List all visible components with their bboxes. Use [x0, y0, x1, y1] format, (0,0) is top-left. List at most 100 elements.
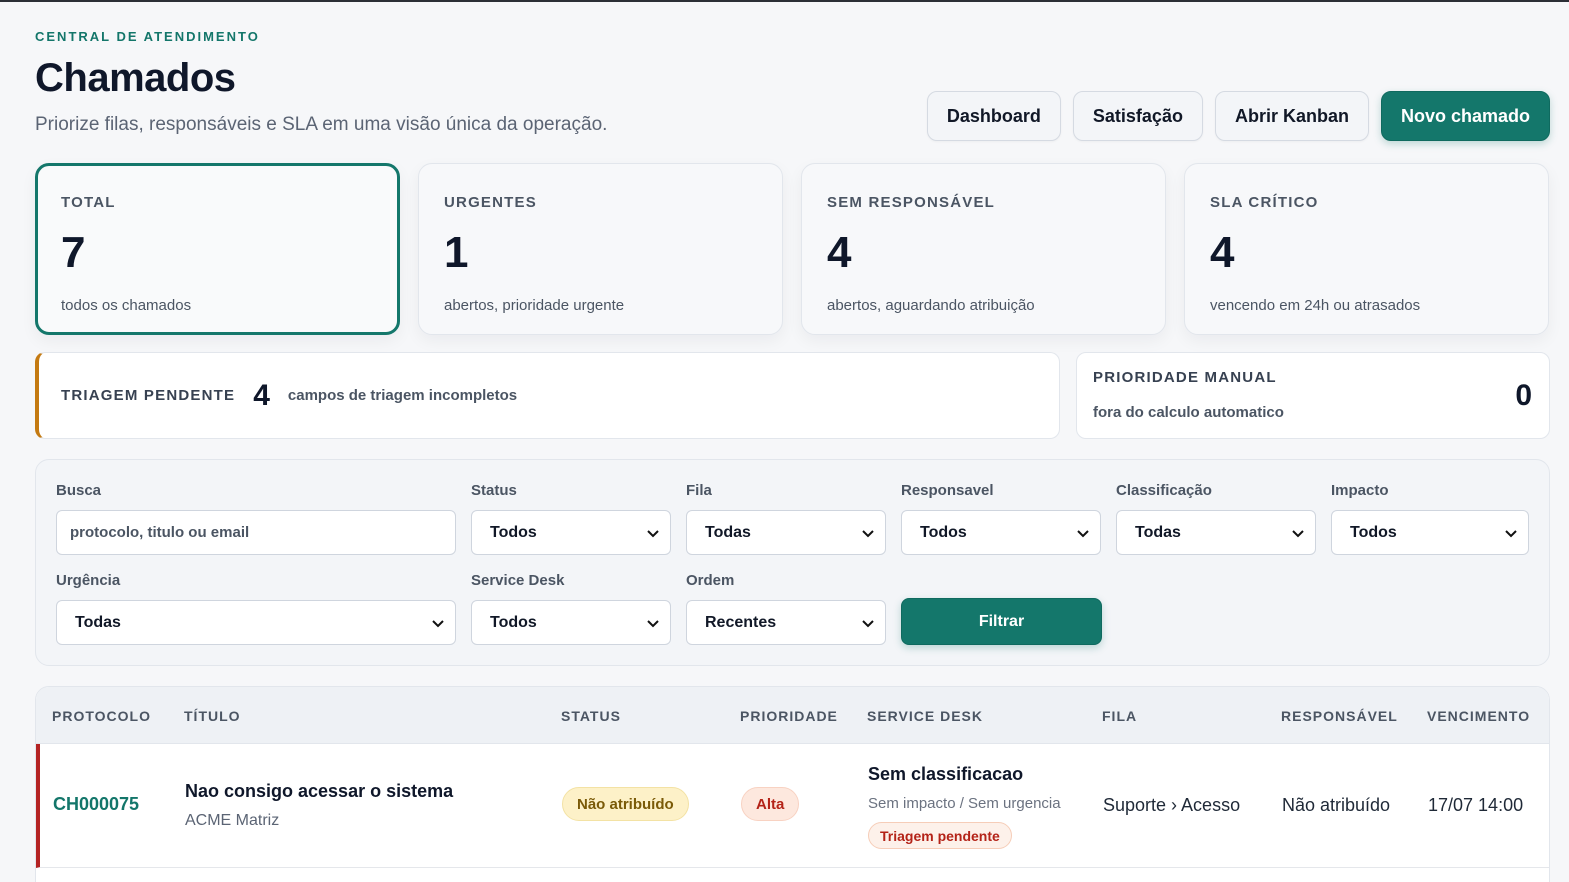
urgency-select[interactable]: Todas [56, 600, 456, 645]
table-header: PROTOCOLO TÍTULO STATUS PRIORIDADE SERVI… [36, 687, 1549, 744]
stat-desc: todos os chamados [61, 297, 192, 314]
impact-select-value: Todos [1350, 523, 1397, 541]
column-header-protocol[interactable]: PROTOCOLO [52, 708, 151, 724]
queue-field: Fila Todas [686, 482, 886, 555]
ticket-protocol-link[interactable]: CH000075 [53, 794, 139, 815]
assignee-field: Responsavel Todos [901, 482, 1101, 555]
filters-panel: Busca protocolo, titulo ou email Status … [35, 459, 1550, 666]
classification-select[interactable]: Todas [1116, 510, 1316, 555]
urgency-field: Urgência Todas [56, 572, 456, 645]
classification-field: Classificação Todas [1116, 482, 1316, 555]
triage-desc: campos de triagem incompletos [287, 387, 518, 404]
service-desk-select-value: Todos [490, 613, 537, 631]
triage-pending-banner[interactable]: TRIAGEM PENDENTE 4 campos de triagem inc… [35, 352, 1060, 439]
stat-desc: abertos, prioridade urgente [444, 297, 625, 314]
column-header-assignee[interactable]: RESPONSÁVEL [1281, 708, 1398, 724]
manual-priority-card[interactable]: PRIORIDADE MANUAL fora do calculo automa… [1076, 352, 1550, 439]
priority-badge: Alta [741, 787, 800, 821]
triage-count: 4 [253, 378, 270, 412]
manual-priority-label: PRIORIDADE MANUAL [1093, 369, 1277, 386]
page-title: Chamados [35, 56, 236, 100]
satisfaction-button[interactable]: Satisfação [1072, 91, 1203, 141]
urgency-select-value: Todas [75, 613, 121, 631]
ticket-queue: Suporte › Acesso [1103, 795, 1241, 815]
stat-value: 4 [1210, 228, 1235, 277]
service-desk-field: Service Desk Todos [471, 572, 671, 645]
stat-desc: vencendo em 24h ou atrasados [1210, 297, 1421, 314]
ticket-due-date: 17/07 14:00 [1428, 795, 1524, 815]
status-select-value: Todos [490, 523, 537, 541]
tickets-table: PROTOCOLO TÍTULO STATUS PRIORIDADE SERVI… [35, 686, 1550, 882]
order-field: Ordem Recentes [686, 572, 886, 645]
stat-card-urgent[interactable]: URGENTES 1 abertos, prioridade urgente [418, 163, 783, 335]
ticket-assignee: Não atribuído [1282, 795, 1391, 815]
assignee-select[interactable]: Todos [901, 510, 1101, 555]
queue-select-value: Todas [705, 523, 751, 541]
queue-select[interactable]: Todas [686, 510, 886, 555]
manual-priority-desc: fora do calculo automatico [1093, 404, 1284, 421]
search-label: Busca [56, 482, 102, 499]
column-header-status[interactable]: STATUS [561, 708, 621, 724]
chevron-down-icon [1292, 529, 1304, 537]
stat-desc: abertos, aguardando atribuição [827, 297, 1035, 314]
stat-card-total[interactable]: TOTAL 7 todos os chamados [35, 163, 400, 335]
column-header-title[interactable]: TÍTULO [184, 708, 241, 724]
stat-label: TOTAL [61, 194, 116, 211]
assignee-select-value: Todos [920, 523, 967, 541]
chevron-down-icon [647, 529, 659, 537]
order-select[interactable]: Recentes [686, 600, 886, 645]
page-subtitle: Priorize filas, responsáveis e SLA em um… [35, 114, 608, 135]
queue-label: Fila [686, 482, 712, 499]
chevron-down-icon [432, 619, 444, 627]
chevron-down-icon [862, 529, 874, 537]
status-badge: Não atribuído [562, 787, 689, 821]
page-eyebrow: CENTRAL DE ATENDIMENTO [35, 29, 260, 44]
dashboard-button[interactable]: Dashboard [926, 91, 1061, 141]
search-field: Busca protocolo, titulo ou email [56, 482, 456, 555]
stats-row: TOTAL 7 todos os chamados URGENTES 1 abe… [35, 163, 1550, 335]
open-kanban-button[interactable]: Abrir Kanban [1214, 91, 1369, 141]
column-header-priority[interactable]: PRIORIDADE [740, 708, 838, 724]
status-select[interactable]: Todos [471, 510, 671, 555]
chevron-down-icon [862, 619, 874, 627]
status-field: Status Todos [471, 482, 671, 555]
triage-pending-badge: Triagem pendente [868, 822, 1012, 849]
chevron-down-icon [647, 619, 659, 627]
filter-button[interactable]: Filtrar [901, 598, 1102, 645]
order-label: Ordem [686, 572, 735, 589]
column-header-service-desk[interactable]: SERVICE DESK [867, 708, 983, 724]
status-label: Status [471, 482, 517, 499]
impact-field: Impacto Todos [1331, 482, 1529, 555]
ticket-title[interactable]: Nao consigo acessar o sistema [185, 781, 453, 802]
service-desk-label: Service Desk [471, 572, 565, 589]
column-header-due[interactable]: VENCIMENTO [1427, 708, 1530, 724]
stat-label: SLA CRÍTICO [1210, 194, 1319, 211]
manual-priority-count: 0 [1515, 379, 1532, 412]
stat-value: 1 [444, 228, 469, 277]
triage-label: TRIAGEM PENDENTE [61, 387, 236, 404]
chevron-down-icon [1505, 529, 1517, 537]
classification-select-value: Todas [1135, 523, 1181, 541]
stat-label: URGENTES [444, 194, 537, 211]
new-ticket-button[interactable]: Novo chamado [1380, 91, 1550, 141]
search-input[interactable]: protocolo, titulo ou email [56, 510, 456, 555]
table-row[interactable]: CH000075 Nao consigo acessar o sistema A… [36, 744, 1549, 868]
service-desk-select[interactable]: Todos [471, 600, 671, 645]
stat-label: SEM RESPONSÁVEL [827, 194, 996, 211]
order-select-value: Recentes [705, 613, 777, 631]
urgency-label: Urgência [56, 572, 121, 589]
assignee-label: Responsavel [901, 482, 994, 499]
classification-label: Classificação [1116, 482, 1212, 499]
ticket-client: ACME Matriz [185, 812, 280, 829]
header-actions: Dashboard Satisfação Abrir Kanban Novo c… [926, 91, 1550, 141]
chevron-down-icon [1077, 529, 1089, 537]
service-desk-impact-urgency: Sem impacto / Sem urgencia [868, 795, 1061, 812]
impact-select[interactable]: Todos [1331, 510, 1529, 555]
column-header-queue[interactable]: FILA [1102, 708, 1137, 724]
stat-card-unassigned[interactable]: SEM RESPONSÁVEL 4 abertos, aguardando at… [801, 163, 1166, 335]
stat-card-sla-critical[interactable]: SLA CRÍTICO 4 vencendo em 24h ou atrasad… [1184, 163, 1549, 335]
impact-label: Impacto [1331, 482, 1389, 499]
service-desk-classification: Sem classificacao [868, 764, 1024, 784]
stat-value: 4 [827, 228, 852, 277]
stat-value: 7 [61, 228, 86, 277]
